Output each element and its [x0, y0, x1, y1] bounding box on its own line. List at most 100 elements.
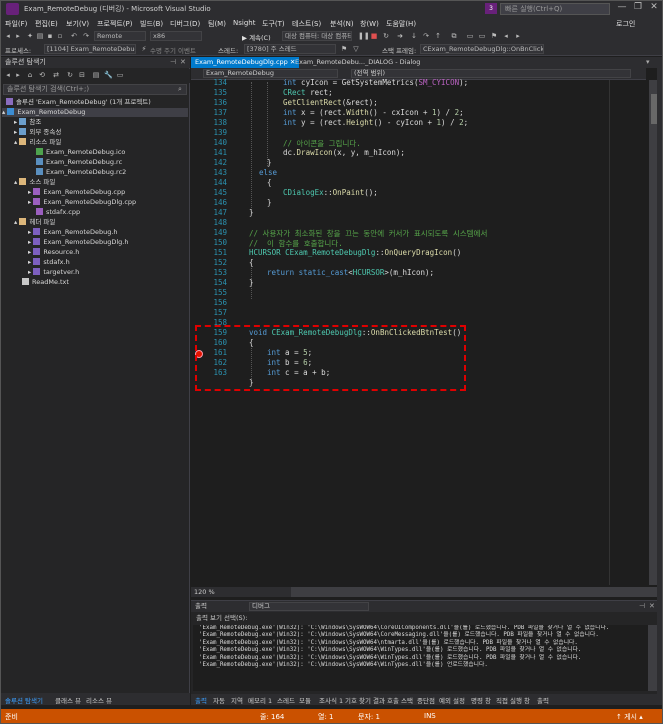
uncomment-icon[interactable]: ▭ — [478, 32, 486, 40]
menu-analyze[interactable]: 분석(N) — [330, 19, 354, 29]
tab-locals[interactable]: 지역 — [231, 695, 243, 705]
tree-file[interactable]: ▸ targetver.h — [28, 268, 79, 277]
project-scope-select[interactable]: Exam_RemoteDebug — [203, 69, 338, 78]
pin-icon[interactable]: ⊣ — [170, 58, 176, 66]
hex-display-icon[interactable]: ⧉ — [450, 32, 458, 40]
tab-output-2[interactable]: 출력 — [537, 695, 549, 705]
tab-threads[interactable]: 스레드 — [277, 695, 295, 705]
target-machine-select[interactable]: 대상 컴퓨터: 대상 컴퓨터 원격 — [282, 31, 352, 41]
publish-button[interactable]: ↑ 게시 ▴ — [616, 712, 643, 722]
home-icon[interactable]: ⌂ — [26, 71, 34, 79]
solution-search-input[interactable]: 솔루션 탐색기 검색(Ctrl+;) — [3, 84, 187, 95]
tab-autos[interactable]: 자동 — [213, 695, 225, 705]
tree-file[interactable]: Exam_RemoteDebug.rc2 — [36, 168, 126, 177]
tab-modules[interactable]: 모듈 — [299, 695, 311, 705]
process-select[interactable]: [1104] Exam_RemoteDebug.exe — [44, 44, 136, 54]
thread-flag-icon[interactable]: ⚑ — [340, 45, 348, 53]
close-button[interactable]: ✕ — [646, 2, 662, 12]
tree-file[interactable]: ▸ Resource.h — [28, 248, 79, 257]
solution-configuration-select[interactable]: Remote — [94, 31, 146, 41]
prev-bookmark-icon[interactable]: ◂ — [502, 32, 510, 40]
menu-help[interactable]: 도움말(H) — [386, 19, 416, 29]
login-link[interactable]: 로그인 — [616, 19, 635, 29]
tree-file[interactable]: ▸ Exam_RemoteDebug.cpp — [28, 188, 125, 197]
undo-icon[interactable]: ↶ — [70, 32, 78, 40]
bookmark-icon[interactable]: ⚑ — [490, 32, 498, 40]
tree-references[interactable]: ▸ 참조 — [14, 118, 41, 127]
menu-test[interactable]: 테스트(S) — [292, 19, 321, 29]
close-panel-icon[interactable]: ✕ — [180, 58, 186, 66]
redo-icon[interactable]: ↷ — [82, 32, 90, 40]
tab-immediate-window[interactable]: 직접 실행 창 — [496, 695, 530, 705]
refresh-icon[interactable]: ↻ — [66, 71, 74, 79]
tree-project[interactable]: ▴ Exam_RemoteDebug — [2, 108, 188, 117]
menu-nsight[interactable]: Nsight — [233, 19, 255, 27]
stack-frame-select[interactable]: CExam_RemoteDebugDlg::OnBnClickedB — [420, 44, 544, 54]
save-all-icon[interactable]: ▫ — [56, 32, 64, 40]
show-all-files-icon[interactable]: ▤ — [92, 71, 100, 79]
output-text-area[interactable]: 'Exam_RemoteDebug.exe'(Win32): 'C:\Windo… — [193, 625, 648, 691]
open-file-icon[interactable]: ▤ — [36, 32, 44, 40]
tab-dlg-cpp[interactable]: Exam_RemoteDebugDlg.cpp ✕ — [191, 57, 300, 68]
save-icon[interactable]: ▪ — [46, 32, 54, 40]
collapse-all-icon[interactable]: ⊟ — [78, 71, 86, 79]
minimize-button[interactable]: — — [614, 2, 630, 12]
back-icon[interactable]: ◂ — [4, 32, 12, 40]
tree-external-deps[interactable]: ▸ 외부 종속성 — [14, 128, 61, 137]
tree-file[interactable]: ▸ Exam_RemoteDebugDlg.cpp — [28, 198, 136, 207]
tab-breakpoints[interactable]: 중단점 — [417, 695, 435, 705]
member-scope-select[interactable]: (전역 범위) — [351, 69, 631, 78]
tab-output[interactable]: 출력 — [195, 695, 207, 705]
tree-file[interactable]: ReadMe.txt — [22, 278, 69, 287]
output-source-select[interactable]: 디버그 — [249, 602, 369, 611]
tree-file[interactable]: Exam_RemoteDebug.ico — [36, 148, 125, 157]
lifecycle-events-label[interactable]: 수명 주기 이벤트 — [150, 45, 196, 55]
tree-file[interactable]: ▸ stdafx.h — [28, 258, 70, 267]
tree-solution[interactable]: 솔루션 'Exam_RemoteDebug' (1개 프로젝트) — [6, 98, 151, 107]
notification-badge[interactable]: 3 — [485, 3, 497, 14]
tab-dialog-resource[interactable]: Exam_RemoteDebu..._DIALOG - Dialog — [291, 57, 424, 68]
zoom-level[interactable]: 120 % — [191, 587, 291, 597]
tab-memory[interactable]: 메모리 1 — [248, 695, 272, 705]
tree-header-files[interactable]: ▴ 헤더 파일 — [14, 218, 55, 227]
maximize-button[interactable]: ❐ — [630, 2, 646, 12]
tab-find-symbol[interactable]: 기호 찾기 결과 — [345, 695, 385, 705]
restart-icon[interactable]: ↻ — [382, 32, 390, 40]
stop-icon[interactable]: ■ — [370, 32, 378, 40]
code-minimap[interactable] — [609, 80, 649, 585]
menu-build[interactable]: 빌드(B) — [140, 19, 163, 29]
quick-launch-input[interactable]: 빠른 실행(Ctrl+Q) — [500, 3, 610, 15]
menu-project[interactable]: 프로젝트(P) — [97, 19, 132, 29]
pending-changes-icon[interactable]: ⟲ — [38, 71, 46, 79]
tree-file[interactable]: ▸ Exam_RemoteDebug.h — [28, 228, 118, 237]
thread-filter-icon[interactable]: ▽ — [352, 45, 360, 53]
comment-icon[interactable]: ▭ — [466, 32, 474, 40]
step-into-icon[interactable]: ↓ — [410, 32, 418, 40]
tab-overflow-icon[interactable]: ▾ — [646, 58, 650, 66]
menu-team[interactable]: 팀(M) — [208, 19, 226, 29]
tab-command-window[interactable]: 명령 창 — [471, 695, 491, 705]
tab-watch[interactable]: 조사식 1 — [319, 695, 343, 705]
tree-file[interactable]: stdafx.cpp — [36, 208, 80, 217]
tree-file[interactable]: Exam_RemoteDebug.rc — [36, 158, 122, 167]
back-icon[interactable]: ◂ — [4, 71, 12, 79]
solution-platform-select[interactable]: x86 — [150, 31, 202, 41]
thread-select[interactable]: [3780] 주 스레드 — [244, 44, 336, 54]
tab-solution-explorer[interactable]: 솔루션 탐색기 — [5, 695, 43, 705]
tab-call-stack[interactable]: 호출 스택 — [387, 695, 413, 705]
tree-file[interactable]: ▸ Exam_RemoteDebugDlg.h — [28, 238, 128, 247]
tree-source-files[interactable]: ▴ 소스 파일 — [14, 178, 55, 187]
forward-icon[interactable]: ▸ — [14, 71, 22, 79]
menu-view[interactable]: 보기(V) — [66, 19, 89, 29]
menu-tools[interactable]: 도구(T) — [262, 19, 285, 29]
tab-class-view[interactable]: 클래스 뷰 — [55, 695, 81, 705]
pin-icon[interactable]: ⊣ — [639, 602, 645, 610]
editor-horizontal-scrollbar[interactable] — [291, 587, 660, 597]
lifecycle-events-icon[interactable]: ⚡ — [140, 45, 148, 53]
menu-edit[interactable]: 편집(E) — [35, 19, 58, 29]
continue-button[interactable]: ▶ 계속(C) — [242, 32, 271, 42]
step-out-icon[interactable]: ↑ — [434, 32, 442, 40]
menu-window[interactable]: 창(W) — [360, 19, 379, 29]
search-icon[interactable]: ⌕ — [178, 85, 182, 94]
menu-file[interactable]: 파일(F) — [5, 19, 27, 29]
